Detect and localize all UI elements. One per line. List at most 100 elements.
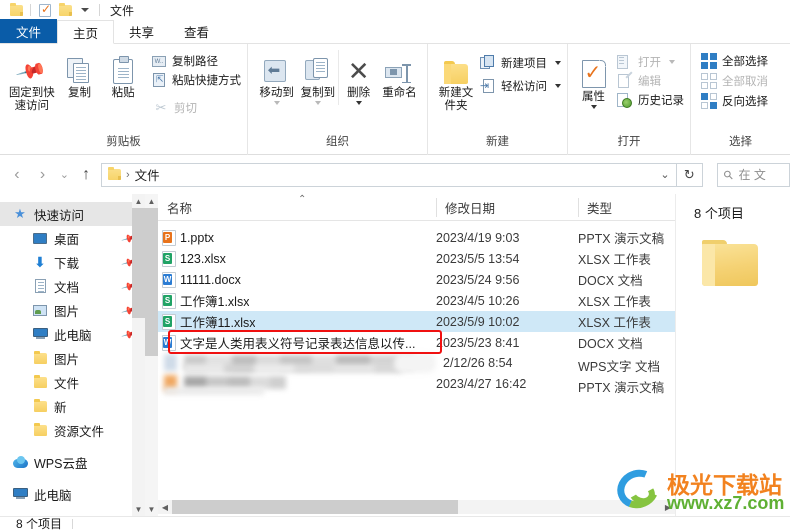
properties-label: 属性 bbox=[582, 91, 605, 103]
up-button[interactable]: ↑ bbox=[73, 162, 99, 188]
refresh-button[interactable]: ↻ bbox=[676, 162, 703, 187]
recent-locations-button[interactable]: ⌄ bbox=[55, 162, 73, 188]
file-date: 2023/4/5 10:26 bbox=[436, 293, 520, 308]
copy-icon bbox=[67, 52, 91, 84]
sidebar-item-pictures-folder[interactable]: 图片 bbox=[0, 346, 145, 370]
file-type: XLSX 工作表 bbox=[578, 253, 651, 267]
item-count: 8 个项目 bbox=[694, 206, 744, 221]
easy-access-button[interactable]: ⇥ 轻松访问 bbox=[480, 78, 561, 94]
folder-icon[interactable] bbox=[6, 1, 26, 19]
sidebar-item-downloads[interactable]: ⬇ 下载 📌 bbox=[0, 250, 145, 274]
chevron-down-icon[interactable] bbox=[555, 61, 561, 65]
chevron-down-icon[interactable] bbox=[555, 84, 561, 88]
new-item-icon bbox=[480, 55, 496, 71]
forward-button[interactable]: › bbox=[30, 162, 56, 188]
move-to-button[interactable]: ⬅ 移动到 bbox=[256, 50, 297, 105]
scroll-down-icon[interactable]: ▼ bbox=[132, 502, 145, 516]
sidebar-item-label: WPS云盘 bbox=[34, 456, 88, 471]
sidebar-item-this-pc[interactable]: 此电脑 📌 bbox=[0, 322, 145, 346]
table-row[interactable]: S 工作簿1.xlsx 2023/4/5 10:26 XLSX 工作表 bbox=[158, 290, 675, 311]
rename-button[interactable]: 重命名 bbox=[378, 50, 421, 100]
scroll-down-icon[interactable]: ▼ bbox=[145, 502, 158, 516]
column-header-date[interactable]: 修改日期 bbox=[436, 194, 578, 221]
tab-file[interactable]: 文件 bbox=[0, 19, 58, 43]
sidebar-item-documents[interactable]: 文档 📌 bbox=[0, 274, 145, 298]
properties-icon[interactable] bbox=[35, 1, 55, 19]
tab-view[interactable]: 查看 bbox=[169, 19, 224, 43]
paste-shortcut-button[interactable]: ⇱ 粘贴快捷方式 bbox=[151, 72, 241, 88]
table-row[interactable]: 2023/4/27 16:42 PPTX 演示文稿 bbox=[158, 374, 675, 395]
table-row[interactable]: W 11111.docx 2023/5/24 9:56 DOCX 文档 bbox=[158, 269, 675, 290]
chevron-down-icon[interactable] bbox=[590, 105, 597, 109]
breadcrumb-item-files[interactable]: 文件 bbox=[135, 165, 160, 184]
paste-icon bbox=[113, 52, 134, 84]
table-row[interactable]: S 工作簿11.xlsx 2023/5/9 10:02 XLSX 工作表 bbox=[158, 311, 675, 332]
chevron-down-icon[interactable]: ⌄ bbox=[654, 164, 676, 186]
sidebar-scrollbar[interactable]: ▲ ▼ bbox=[132, 194, 145, 516]
scroll-up-icon[interactable]: ▲ bbox=[145, 194, 158, 208]
scrollbar-thumb[interactable] bbox=[132, 208, 145, 318]
cut-button[interactable]: ✂ 剪切 bbox=[153, 100, 241, 116]
chevron-down-icon[interactable] bbox=[273, 101, 280, 105]
copy-button[interactable]: 复制 bbox=[58, 50, 102, 100]
table-row[interactable]: W 文字是人类用表义符号记录表达信息以传... 2023/5/23 8:41 D… bbox=[158, 332, 675, 353]
sidebar-item-this-pc-root[interactable]: 此电脑 bbox=[0, 482, 145, 506]
table-row[interactable]: P 1.pptx 2023/4/19 9:03 PPTX 演示文稿 bbox=[158, 227, 675, 248]
select-none-button[interactable]: 全部取消 bbox=[701, 73, 768, 89]
copy-path-button[interactable]: W.. 复制路径 bbox=[151, 53, 241, 69]
table-row[interactable]: 2/12/26 8:54 WPS文字 文档 bbox=[158, 353, 675, 374]
select-all-button[interactable]: 全部选择 bbox=[701, 53, 768, 69]
scrollbar-thumb[interactable] bbox=[172, 500, 458, 514]
search-box[interactable]: ⚲ 在 文 bbox=[716, 162, 790, 187]
paste-button[interactable]: 粘贴 bbox=[101, 50, 145, 100]
sidebar-item-label: 此电脑 bbox=[54, 328, 92, 343]
sidebar-item-pictures[interactable]: 图片 📌 bbox=[0, 298, 145, 322]
sidebar-item-wps-cloud[interactable]: WPS云盘 bbox=[0, 450, 145, 474]
properties-icon: ✓ bbox=[581, 56, 606, 88]
new-folder-button[interactable]: 新建文件夹 bbox=[438, 50, 474, 113]
pictures-icon bbox=[30, 304, 50, 316]
chevron-down-icon[interactable] bbox=[75, 1, 95, 19]
column-header-type[interactable]: 类型 bbox=[578, 194, 675, 221]
new-item-button[interactable]: 新建项目 bbox=[480, 55, 561, 71]
invert-selection-icon bbox=[701, 93, 717, 109]
pin-to-quick-access-button[interactable]: 📌 固定到快速访问 bbox=[6, 50, 58, 113]
chevron-down-icon[interactable] bbox=[355, 101, 362, 105]
address-bar[interactable]: › 文件 ⌄ bbox=[100, 162, 677, 187]
chevron-down-icon[interactable] bbox=[314, 101, 321, 105]
scroll-up-icon[interactable]: ▲ bbox=[132, 194, 145, 208]
tab-home[interactable]: 主页 bbox=[57, 20, 115, 44]
copy-to-button[interactable]: 复制到 bbox=[297, 50, 338, 105]
invert-selection-button[interactable]: 反向选择 bbox=[701, 93, 768, 109]
file-name: 1.pptx bbox=[180, 230, 215, 245]
scroll-left-icon[interactable]: ◀ bbox=[158, 500, 172, 514]
xlsx-file-icon: S bbox=[158, 313, 180, 330]
scroll-right-icon[interactable]: ▶ bbox=[661, 500, 675, 514]
history-button[interactable]: 历史记录 bbox=[617, 92, 684, 108]
delete-button[interactable]: ✕ 删除 bbox=[338, 50, 377, 105]
tab-share[interactable]: 共享 bbox=[114, 19, 169, 43]
edit-button[interactable]: 编辑 bbox=[617, 71, 684, 89]
column-header-name[interactable]: 名称 bbox=[158, 194, 436, 221]
back-button[interactable]: ‹ bbox=[4, 162, 30, 188]
chevron-down-icon[interactable] bbox=[669, 60, 675, 64]
breadcrumb[interactable]: › 文件 bbox=[107, 165, 160, 184]
sidebar-item-files-folder[interactable]: 文件 bbox=[0, 370, 145, 394]
search-input[interactable]: 在 文 bbox=[739, 166, 766, 183]
sidebar-item-new-folder[interactable]: 新 bbox=[0, 394, 145, 418]
scrollbar-thumb[interactable] bbox=[145, 208, 158, 356]
docx-file-icon: W bbox=[158, 271, 180, 288]
ribbon-group-organize: ⬅ 移动到 复制到 ✕ 删除 重命名 组织 bbox=[247, 44, 427, 155]
folder-icon[interactable] bbox=[55, 1, 75, 19]
new-folder-icon bbox=[444, 52, 468, 84]
file-list-scrollbar[interactable]: ▲ ▼ bbox=[145, 194, 158, 516]
sidebar-item-label: 文件 bbox=[54, 376, 80, 391]
open-button[interactable]: 打开 bbox=[617, 54, 684, 70]
sidebar-item-desktop[interactable]: 桌面 📌 bbox=[0, 226, 145, 250]
table-row[interactable]: S 123.xlsx 2023/5/5 13:54 XLSX 工作表 bbox=[158, 248, 675, 269]
sidebar-item-resource-folder[interactable]: 资源文件 bbox=[0, 418, 145, 442]
sidebar-item-quick-access[interactable]: ★ 快速访问 bbox=[0, 202, 145, 226]
horizontal-scrollbar[interactable]: ◀ ▶ bbox=[158, 500, 675, 514]
sidebar-item-label: 快速访问 bbox=[34, 208, 85, 223]
properties-button[interactable]: ✓ 属性 bbox=[576, 54, 611, 109]
